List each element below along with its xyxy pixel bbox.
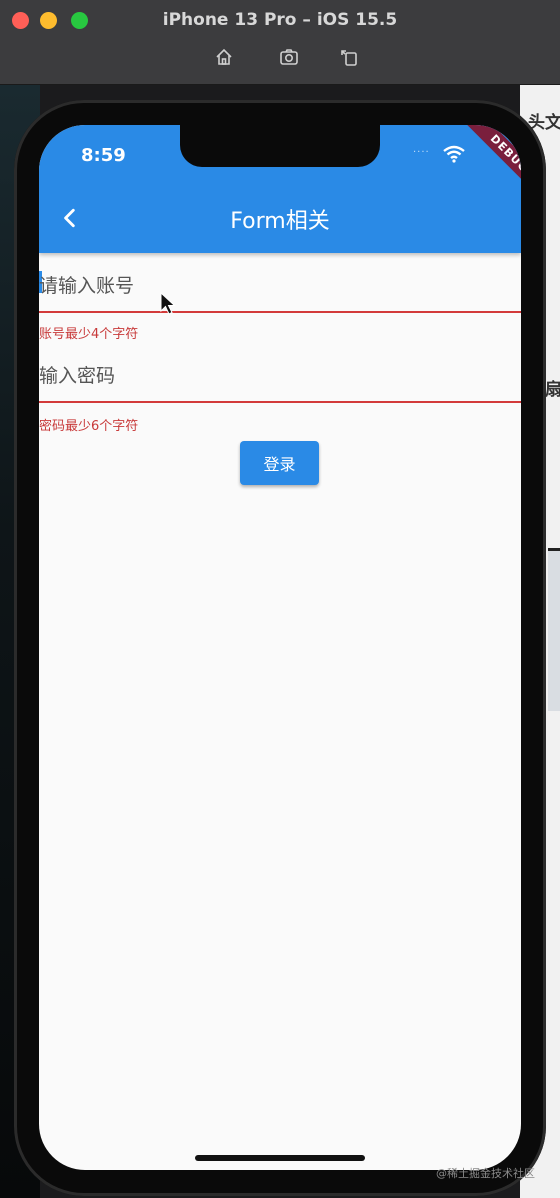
password-error-text: 密码最少6个字符 <box>39 419 139 434</box>
window-title: iPhone 13 Pro – iOS 15.5 <box>162 10 398 30</box>
debug-banner: DEBUG <box>460 125 521 203</box>
home-icon[interactable] <box>213 46 235 68</box>
rotate-icon[interactable] <box>338 46 360 68</box>
account-input[interactable]: 请输入账号 <box>39 271 134 297</box>
signal-dots-icon: ···· <box>413 147 430 158</box>
page-title: Form相关 <box>230 209 330 234</box>
simulator-titlebar: iPhone 13 Pro – iOS 15.5 <box>0 0 560 85</box>
notch <box>180 125 380 167</box>
background-panel <box>548 548 560 711</box>
password-input[interactable]: 输入密码 <box>39 361 115 387</box>
watermark: @稀土掘金技术社区 <box>436 1167 535 1180</box>
login-button[interactable]: 登录 <box>240 441 319 485</box>
home-indicator[interactable] <box>195 1155 365 1161</box>
wifi-icon <box>443 145 465 163</box>
account-error-text: 账号最少4个字符 <box>39 327 139 342</box>
phone-screen: 8:59 ···· DEBUG Form相关 请输入账号 账号最少4个字符 输入… <box>39 125 521 1170</box>
password-underline <box>39 401 521 403</box>
screenshot-icon[interactable] <box>278 46 300 68</box>
account-underline <box>39 311 521 313</box>
mouse-pointer-icon <box>160 292 176 315</box>
status-time: 8:59 <box>81 145 126 166</box>
